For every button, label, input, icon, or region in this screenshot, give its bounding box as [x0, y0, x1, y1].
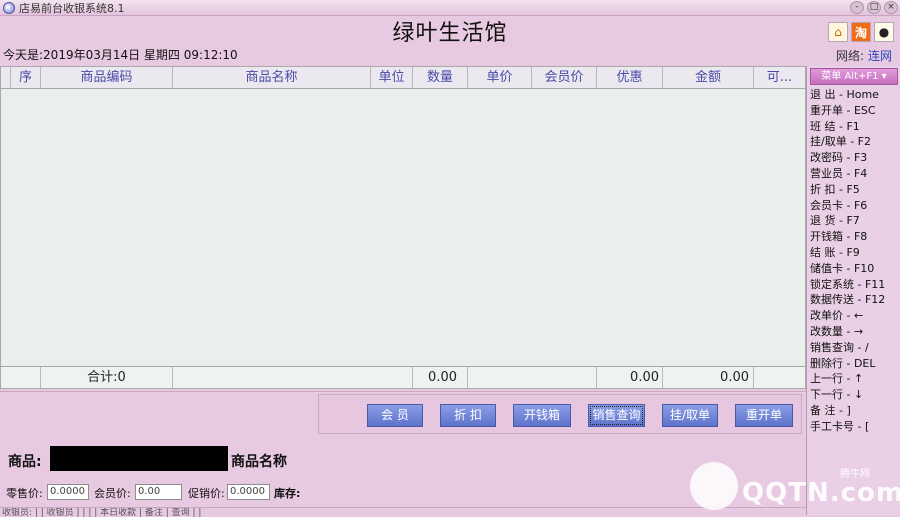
- col-unit-price[interactable]: 单价: [468, 67, 532, 88]
- shortcut-hold-order[interactable]: 挂/取单 - F2: [807, 134, 900, 150]
- shortcut-note[interactable]: 备 注 - ]: [807, 403, 900, 419]
- shortcut-delete-row[interactable]: 删除行 - DEL: [807, 356, 900, 372]
- total-blank-2: [173, 367, 413, 388]
- shortcut-change-price[interactable]: 改单价 - ←: [807, 308, 900, 324]
- grid-header: 序 商品编码 商品名称 单位 数量 单价 会员价 优惠 金额 可...: [1, 67, 805, 89]
- shortcut-discount[interactable]: 折 扣 - F5: [807, 182, 900, 198]
- promo-price-label: 促销价:: [188, 487, 225, 500]
- watermark-logo: QQTN.com 腾牛网: [690, 460, 900, 512]
- shortcut-next-row[interactable]: 下一行 - ↓: [807, 387, 900, 403]
- home-icon[interactable]: ⌂: [828, 22, 848, 42]
- col-quantity[interactable]: 数量: [413, 67, 468, 88]
- shortcut-checkout[interactable]: 结 账 - F9: [807, 245, 900, 261]
- action-button-group: 会 员 折 扣 开钱箱 销售查询 挂/取单 重开单: [318, 394, 802, 434]
- shortcut-manual-card[interactable]: 手工卡号 - [: [807, 419, 900, 435]
- window-titlebar: 店易前台收银系统8.1 - □ ×: [0, 0, 900, 16]
- col-code[interactable]: 商品编码: [41, 67, 173, 88]
- shortcut-cash-drawer[interactable]: 开钱箱 - F8: [807, 229, 900, 245]
- store-name: 绿叶生活馆: [392, 21, 508, 46]
- shortcut-stored-value-card[interactable]: 储值卡 - F10: [807, 261, 900, 277]
- shortcut-salesperson[interactable]: 营业员 - F4: [807, 166, 900, 182]
- member-price-label: 会员价:: [94, 487, 131, 500]
- maximize-button[interactable]: □: [867, 1, 881, 14]
- close-button[interactable]: ×: [884, 1, 898, 14]
- sales-query-button[interactable]: 销售查询: [588, 404, 645, 427]
- taobao-icon[interactable]: 淘: [851, 22, 871, 42]
- stock-label: 库存:: [274, 487, 301, 500]
- col-discount[interactable]: 优惠: [597, 67, 663, 88]
- network-status: 网络: 连网: [836, 47, 892, 64]
- window-controls: - □ ×: [850, 1, 898, 14]
- hold-order-button[interactable]: 挂/取单: [662, 404, 718, 427]
- col-name[interactable]: 商品名称: [173, 67, 371, 88]
- watermark-badge-icon: [690, 462, 738, 510]
- shortcut-panel: 菜单 Alt+F1 ▾ 退 出 - Home 重开单 - ESC 班 结 - F…: [806, 66, 900, 515]
- qq-icon[interactable]: ●: [874, 22, 894, 42]
- promo-price-field[interactable]: 0.0000: [227, 484, 270, 500]
- total-quantity: 0.00: [413, 367, 468, 388]
- row-indicator-header: [1, 67, 11, 88]
- discount-button[interactable]: 折 扣: [440, 404, 496, 427]
- total-blank-3: [468, 367, 597, 388]
- goods-label: 商品:: [8, 454, 42, 470]
- network-label: 网络:: [835, 49, 864, 63]
- watermark-cn: 腾牛网: [840, 469, 870, 480]
- shortcut-exit[interactable]: 退 出 - Home: [807, 87, 900, 103]
- status-bar: 收银员: | | 收银员 | | | | 本日收款 | 备注 | 查询 | |: [0, 507, 806, 517]
- total-discount: 0.00: [597, 367, 663, 388]
- member-price-field[interactable]: 0.00: [135, 484, 182, 500]
- window-title: 店易前台收银系统8.1: [19, 1, 125, 15]
- goods-code-redacted: [50, 446, 228, 471]
- app-icon: [3, 1, 15, 14]
- total-row: 合计:0 0.00 0.00 0.00: [1, 366, 805, 388]
- open-cash-drawer-button[interactable]: 开钱箱: [513, 404, 571, 427]
- shortcut-lock-system[interactable]: 锁定系统 - F11: [807, 277, 900, 293]
- shortcut-data-transfer[interactable]: 数据传送 - F12: [807, 292, 900, 308]
- shortcut-sales-query[interactable]: 销售查询 - /: [807, 340, 900, 356]
- shortcut-change-password[interactable]: 改密码 - F3: [807, 150, 900, 166]
- current-datetime: 今天是:2019年03月14日 星期四 09:12:10: [3, 48, 238, 62]
- retail-price-label: 零售价:: [6, 487, 43, 500]
- shortcut-return[interactable]: 退 货 - F7: [807, 213, 900, 229]
- shortcut-new-order[interactable]: 重开单 - ESC: [807, 103, 900, 119]
- col-amount[interactable]: 金额: [663, 67, 754, 88]
- menu-button[interactable]: 菜单 Alt+F1 ▾: [810, 68, 898, 85]
- shortcut-member-card[interactable]: 会员卡 - F6: [807, 198, 900, 214]
- col-seq[interactable]: 序: [11, 67, 41, 88]
- col-more[interactable]: 可...: [754, 67, 805, 88]
- new-order-button[interactable]: 重开单: [735, 404, 793, 427]
- shortcut-previous-row[interactable]: 上一行 - ↑: [807, 371, 900, 387]
- col-unit[interactable]: 单位: [371, 67, 413, 88]
- action-bar: 会 员 折 扣 开钱箱 销售查询 挂/取单 重开单: [0, 391, 806, 436]
- retail-price-field[interactable]: 0.0000: [47, 484, 89, 500]
- total-label: 合计:0: [41, 367, 173, 388]
- watermark-brand: QQTN.com: [742, 478, 900, 508]
- shortcut-change-quantity[interactable]: 改数量 - →: [807, 324, 900, 340]
- shortcut-shift-close[interactable]: 班 结 - F1: [807, 119, 900, 135]
- total-amount: 0.00: [663, 367, 754, 388]
- header-icons: ⌂ 淘 ●: [828, 22, 894, 42]
- network-value: 连网: [867, 49, 892, 63]
- member-button[interactable]: 会 员: [367, 404, 423, 427]
- goods-name: 商品名称: [231, 454, 287, 470]
- sales-grid[interactable]: 序 商品编码 商品名称 单位 数量 单价 会员价 优惠 金额 可... 合计:0…: [0, 66, 806, 389]
- minimize-button[interactable]: -: [850, 1, 864, 14]
- col-member-price[interactable]: 会员价: [532, 67, 597, 88]
- total-blank: [1, 367, 41, 388]
